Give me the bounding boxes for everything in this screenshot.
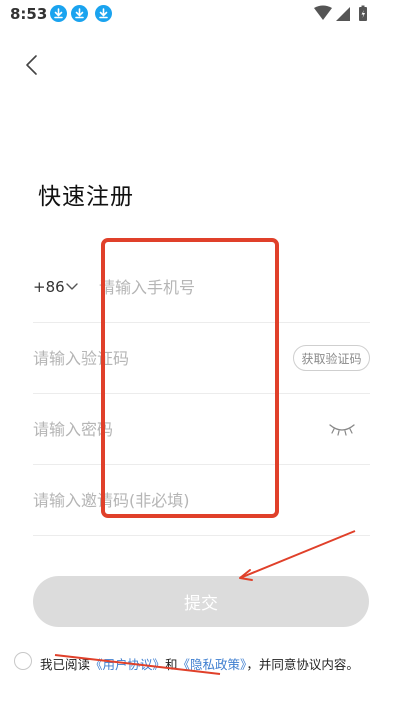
get-code-button[interactable]: 获取验证码 (293, 345, 370, 371)
page-title: 快速注册 (38, 184, 134, 210)
submit-button[interactable]: 提交 (33, 576, 369, 627)
password-row (33, 394, 370, 465)
country-code-selector[interactable]: +86 (33, 278, 65, 296)
annotation-arrow (239, 530, 356, 579)
verification-code-input[interactable] (33, 323, 283, 393)
status-bar: 8:53 (0, 0, 402, 28)
download-icon (71, 5, 88, 22)
signal-icon (336, 7, 350, 21)
agreement-and: 和 (165, 657, 178, 672)
phone-row: +86 (33, 252, 370, 323)
download-icon (95, 5, 112, 22)
wifi-icon (314, 5, 332, 20)
phone-input[interactable] (99, 252, 359, 322)
chevron-down-icon[interactable] (66, 283, 78, 291)
agreement-prefix: 我已阅读 (40, 657, 91, 672)
user-agreement-link[interactable]: 《用户协议》 (90, 657, 165, 672)
agreement-text: 我已阅读《用户协议》和《隐私政策》，并同意协议内容。 (40, 654, 359, 673)
invite-code-input[interactable] (33, 465, 353, 535)
eye-closed-icon[interactable] (328, 422, 356, 436)
status-time: 8:53 (10, 5, 48, 23)
agreement-checkbox[interactable] (14, 652, 32, 670)
password-input[interactable] (33, 394, 313, 464)
invite-code-row (33, 465, 370, 536)
privacy-policy-link[interactable]: 《隐私政策》 (178, 657, 247, 672)
back-arrow-icon[interactable] (20, 52, 46, 78)
download-icon (50, 5, 67, 22)
verification-code-row: 获取验证码 (33, 323, 370, 394)
agreement-suffix: ，并同意协议内容。 (246, 657, 359, 672)
system-status-icons (314, 5, 367, 21)
